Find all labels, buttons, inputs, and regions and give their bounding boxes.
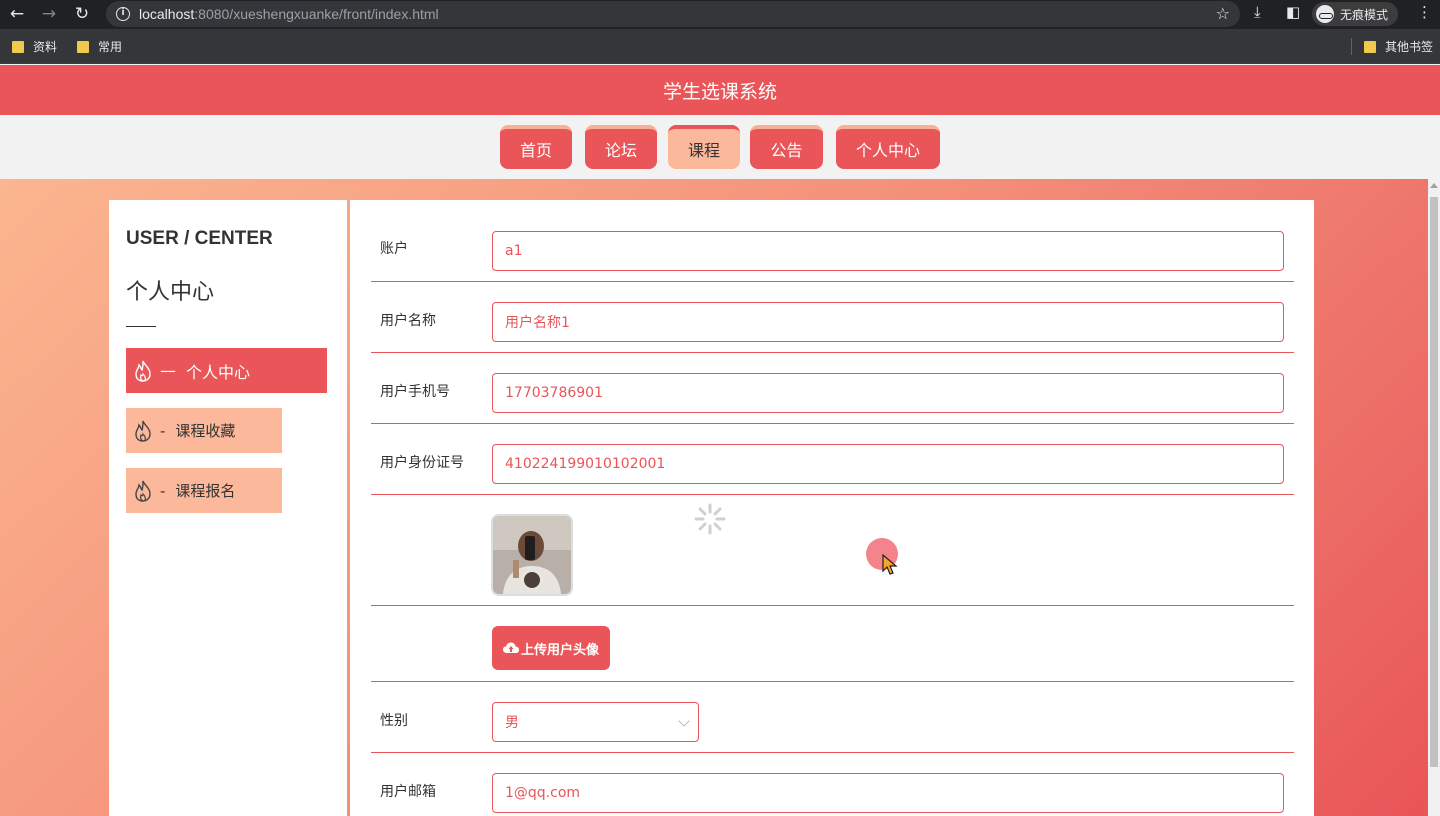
- email-label: 用户邮箱: [380, 784, 436, 800]
- nav-home[interactable]: 首页: [500, 125, 572, 169]
- user-center-sidebar: USER / CENTER 个人中心 — 个人中心 - 课程收藏 - 课程报名: [109, 200, 347, 816]
- sidebar-item-label: 个人中心: [186, 362, 251, 382]
- bookmark-star-icon[interactable]: ☆: [1216, 4, 1230, 23]
- sidebar-item-label: 课程报名: [175, 482, 236, 500]
- folder-icon: [1364, 40, 1376, 53]
- user-avatar[interactable]: [491, 514, 573, 596]
- sidebar-item-course-enroll[interactable]: - 课程报名: [126, 468, 282, 513]
- scroll-up-icon[interactable]: [1430, 183, 1438, 188]
- form-row-idcard: 用户身份证号 410224199010102001: [371, 424, 1294, 495]
- form-row-gender: 性别 男: [371, 682, 1294, 753]
- email-input[interactable]: 1@qq.com: [492, 773, 1284, 813]
- idcard-label: 用户身份证号: [380, 455, 464, 471]
- gender-label: 性别: [380, 713, 408, 729]
- username-label: 用户名称: [380, 313, 436, 329]
- nav-notice[interactable]: 公告: [750, 125, 823, 169]
- other-bookmarks[interactable]: 其他书签: [1364, 38, 1433, 55]
- incognito-icon: [1316, 5, 1334, 23]
- bookmark-folder-1[interactable]: 资料: [12, 38, 57, 55]
- sidebar-item-user-center[interactable]: — 个人中心: [126, 348, 327, 393]
- folder-icon: [12, 40, 24, 53]
- folder-icon: [77, 40, 89, 53]
- idcard-input[interactable]: 410224199010102001: [492, 444, 1284, 484]
- user-info-form: 账户 a1 用户名称 用户名称1 用户手机号 17703786901 用户身份证…: [350, 200, 1314, 816]
- site-info-icon[interactable]: i: [116, 7, 130, 21]
- title-divider: [126, 326, 156, 327]
- account-input[interactable]: a1: [492, 231, 1284, 271]
- avatar-photo: [493, 516, 571, 594]
- bookmarks-bar: 资料 常用 其他书签: [0, 29, 1440, 64]
- nav-course[interactable]: 课程: [668, 125, 740, 169]
- chevron-down-icon: [678, 715, 690, 727]
- phone-label: 用户手机号: [380, 384, 450, 400]
- flame-icon: [135, 480, 151, 502]
- nav-user-center[interactable]: 个人中心: [836, 125, 940, 169]
- incognito-badge[interactable]: 无痕模式: [1312, 2, 1399, 26]
- form-row-username: 用户名称 用户名称1: [371, 282, 1294, 353]
- sidebar-title-en: USER / CENTER: [126, 228, 273, 249]
- loading-spinner-icon: [694, 503, 726, 535]
- nav-forum[interactable]: 论坛: [585, 125, 657, 169]
- address-bar[interactable]: i localhost:8080/xueshengxuanke/front/in…: [106, 1, 1240, 27]
- bookmark-separator: [1351, 38, 1352, 55]
- mouse-cursor-icon: [882, 554, 898, 575]
- reload-icon[interactable]: ↻: [71, 3, 93, 25]
- form-row-email: 用户邮箱 1@qq.com: [371, 753, 1294, 816]
- download-icon[interactable]: ⤓: [1254, 3, 1261, 21]
- gender-select[interactable]: 男: [492, 702, 699, 742]
- browser-toolbar: ← → ↻ i localhost:8080/xueshengxuanke/fr…: [0, 0, 1440, 29]
- form-row-account: 账户 a1: [371, 200, 1294, 282]
- scrollbar-thumb[interactable]: [1430, 197, 1438, 767]
- cloud-upload-icon: [502, 642, 519, 653]
- upload-avatar-button[interactable]: 上传用户头像: [492, 626, 610, 670]
- flame-icon: [135, 420, 151, 442]
- site-header: 学生选课系统: [0, 65, 1440, 115]
- sidebar-item-course-favorites[interactable]: - 课程收藏: [126, 408, 282, 453]
- account-label: 账户: [380, 241, 408, 257]
- menu-dots-icon[interactable]: ⋮: [1417, 3, 1432, 21]
- site-title: 学生选课系统: [662, 80, 777, 103]
- phone-input[interactable]: 17703786901: [492, 373, 1284, 413]
- username-input[interactable]: 用户名称1: [492, 302, 1284, 342]
- bookmark-folder-2[interactable]: 常用: [77, 38, 122, 55]
- flame-icon: [135, 360, 151, 382]
- main-nav: 首页 论坛 课程 公告 个人中心: [0, 115, 1440, 179]
- url-text: localhost:8080/xueshengxuanke/front/inde…: [139, 6, 439, 22]
- sidebar-title-cn: 个人中心: [126, 280, 215, 305]
- forward-arrow-icon[interactable]: →: [38, 3, 60, 25]
- sidebar-item-label: 课程收藏: [175, 422, 236, 440]
- page-scrollbar[interactable]: [1428, 179, 1440, 816]
- back-arrow-icon[interactable]: ←: [6, 3, 28, 25]
- form-row-phone: 用户手机号 17703786901: [371, 353, 1294, 424]
- sidepanel-icon[interactable]: ◧: [1286, 3, 1300, 21]
